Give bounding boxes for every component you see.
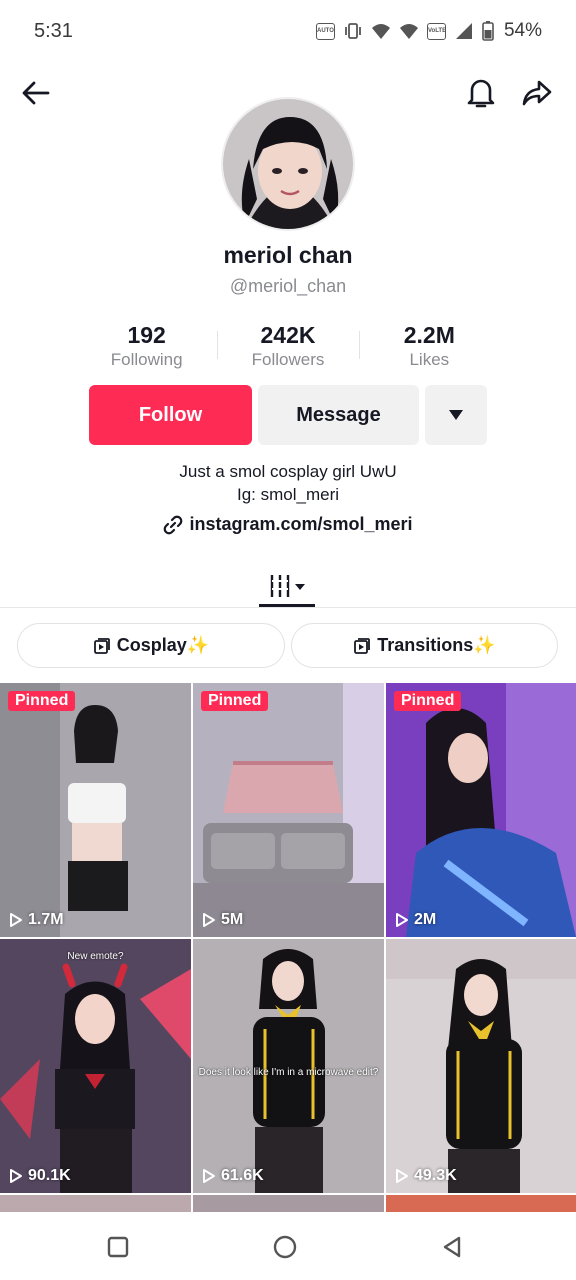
view-count: 1.7M [9,911,64,929]
video-thumbnail-3[interactable]: Pinned 2M [386,683,576,937]
link-icon [164,515,183,534]
caret-down-icon [449,410,463,420]
view-count: 49.3K [395,1167,457,1185]
back-nav-button[interactable] [439,1234,465,1260]
bio-line: Just a smol cosplay girl UwU [179,462,397,481]
view-count: 5M [202,911,243,929]
thumbnail-image [193,939,384,1193]
playlist-icon [354,637,371,654]
follow-button[interactable]: Follow [89,385,252,445]
video-thumbnail-2[interactable]: Pinned 5M [193,683,384,937]
divider [0,607,576,608]
view-count-text: 90.1K [28,1167,71,1184]
play-icon [10,913,22,927]
square-icon [107,1236,129,1258]
stat-value: 192 [127,322,166,348]
stat-following[interactable]: 192 Following [76,321,217,373]
view-count: 2M [395,911,436,929]
profile-stats: 192 Following 242K Followers 2.2M Likes [76,321,500,373]
display-name: meriol chan [223,242,353,268]
video-thumbnail-1[interactable]: Pinned 1.7M [0,683,191,937]
stat-label: Likes [409,350,450,369]
stat-value: 242K [260,322,316,348]
link-text: instagram.com/smol_meri [189,514,413,534]
signal-icon [455,23,472,39]
view-count-text: 61.6K [221,1167,264,1184]
video-caption: New emote? [67,951,124,962]
avatar-image [223,99,353,229]
play-icon [396,1169,408,1183]
status-time: 5:31 [34,20,73,42]
stat-label: Followers [251,350,325,369]
back-button[interactable] [14,71,58,115]
thumbnail-image [386,939,576,1193]
stat-value: 2.2M [403,322,455,348]
view-count: 61.6K [202,1167,264,1185]
stat-followers[interactable]: 242K Followers [217,321,358,373]
triangle-back-icon [443,1236,461,1258]
recents-button[interactable] [105,1234,131,1260]
more-options-button[interactable] [425,385,487,445]
system-nav-bar [0,1212,576,1280]
auto-hd-icon: AUTO [315,22,335,40]
stat-likes[interactable]: 2.2M Likes [358,321,500,373]
status-icons: AUTO VoLTE 54% [315,20,542,42]
arrow-left-icon [22,81,50,105]
playlist-label: Cosplay✨ [116,635,210,655]
bell-icon [467,79,495,108]
thumbnail-image [0,939,191,1193]
view-count-text: 49.3K [414,1167,457,1184]
play-icon [203,1169,215,1183]
grid-icon [270,575,305,597]
pinned-badge: Pinned [394,691,462,711]
bio: Just a smol cosplay girl UwU Ig: smol_me… [0,460,576,506]
home-button[interactable] [272,1234,298,1260]
playlist-cosplay[interactable]: Cosplay✨ [17,623,285,668]
share-button[interactable] [515,71,559,115]
view-count: 90.1K [9,1167,71,1185]
view-count-text: 5M [221,911,244,928]
share-arrow-icon [522,80,552,106]
notification-bell-button[interactable] [459,71,503,115]
view-count-text: 2M [414,911,437,928]
play-icon [203,913,215,927]
play-icon [396,913,408,927]
video-thumbnail-4[interactable]: New emote? 90.1K [0,939,191,1193]
circle-icon [273,1235,297,1259]
bio-line: Ig: smol_meri [236,485,340,504]
username: @meriol_chan [229,276,347,296]
pinned-badge: Pinned [201,691,269,711]
playlist-label: Transitions✨ [377,635,496,655]
vibrate-icon [345,23,361,39]
pinned-badge: Pinned [8,691,76,711]
thumbnail-image [193,683,384,937]
volte-icon: VoLTE [426,22,446,40]
bio-link[interactable]: instagram.com/smol_meri [0,514,576,535]
video-thumbnail-5[interactable]: Does it look like I'm in a microwave edi… [193,939,384,1193]
view-count-text: 1.7M [28,911,64,928]
wifi-icon [371,24,390,39]
video-caption: Does it look like I'm in a microwave edi… [198,1067,379,1078]
playlist-icon [93,637,110,654]
wifi-icon-2 [399,24,418,39]
thumbnail-image [386,683,576,937]
battery-icon [482,21,494,41]
battery-percent: 54% [503,20,542,41]
thumbnail-image [0,683,191,937]
stat-label: Following [110,350,183,369]
avatar[interactable] [221,97,355,231]
message-button[interactable]: Message [258,385,419,445]
playlist-transitions[interactable]: Transitions✨ [291,623,558,668]
tab-videos[interactable] [259,564,315,608]
play-icon [10,1169,22,1183]
status-bar: 5:31 AUTO VoLTE 54% [0,0,576,64]
video-thumbnail-6[interactable]: 49.3K [386,939,576,1193]
